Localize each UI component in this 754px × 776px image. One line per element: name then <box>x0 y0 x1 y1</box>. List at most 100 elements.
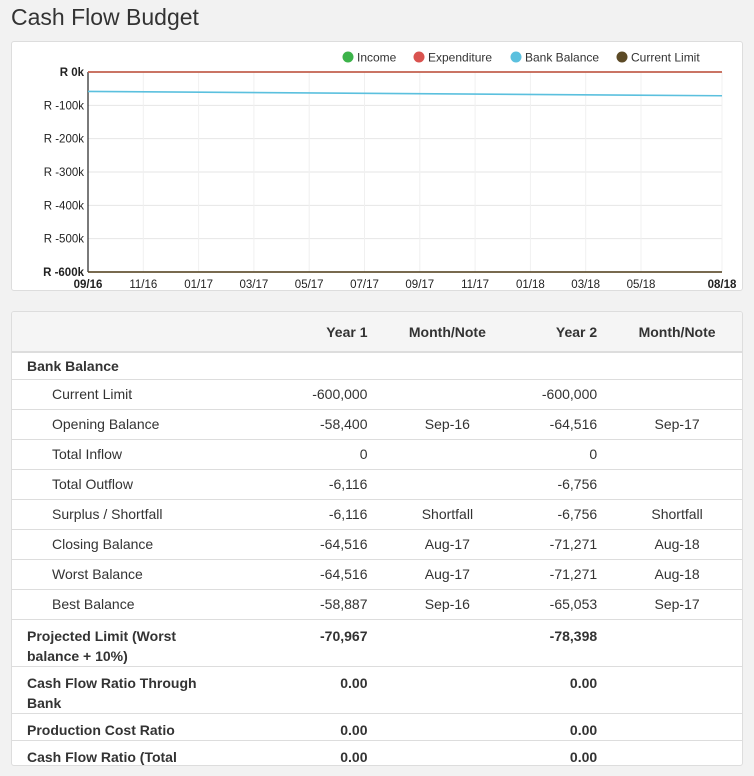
legend-label: Expenditure <box>428 51 492 65</box>
summary-row: Projected Limit (Worst balance + 10%) -70… <box>12 618 742 666</box>
row-label: Current Limit <box>12 378 241 409</box>
table-row: Total Inflow 0 0 <box>12 438 742 469</box>
row-note-2: Aug-18 <box>612 528 742 559</box>
x-tick-label: 05/17 <box>295 279 324 291</box>
row-year-1: -6,116 <box>240 468 383 499</box>
summary-year-1: 0.00 <box>240 712 383 740</box>
header-year-1: Year 1 <box>240 312 383 353</box>
row-label: Opening Balance <box>12 408 241 439</box>
row-year-1: -64,516 <box>240 528 383 559</box>
section-label: Bank Balance <box>12 351 241 379</box>
row-note-2: Sep-17 <box>612 408 742 439</box>
table-row: Surplus / Shortfall -6,116 Shortfall -6,756… <box>12 498 742 529</box>
summary-year-1: 0.00 <box>240 665 383 713</box>
legend-label: Current Limit <box>631 51 700 65</box>
x-tick-label: 01/17 <box>184 279 213 291</box>
row-note-2: Sep-17 <box>612 588 742 619</box>
summary-year-2: 0.00 <box>512 712 613 740</box>
x-tick-label: 11/16 <box>129 279 157 291</box>
table-header-row: Year 1 Month/Note Year 2 Month/Note <box>12 312 742 353</box>
row-label: Total Outflow <box>12 468 241 499</box>
legend-marker <box>413 51 425 63</box>
row-year-2: -71,271 <box>512 558 613 589</box>
row-year-2: -64,516 <box>512 408 613 439</box>
x-tick-label: 07/17 <box>350 279 379 291</box>
header-month-note-2: Month/Note <box>612 312 742 353</box>
cash-flow-table: Year 1 Month/Note Year 2 Month/Note Bank… <box>12 312 742 765</box>
legend-label: Bank Balance <box>525 51 599 65</box>
x-tick-label: 11/17 <box>461 279 489 291</box>
row-note-2: Aug-18 <box>612 558 742 589</box>
cash-flow-table-panel: Year 1 Month/Note Year 2 Month/Note Bank… <box>11 311 743 766</box>
section-row-bank-balance: Bank Balance <box>12 351 742 379</box>
legend-marker <box>342 51 354 63</box>
row-label: Surplus / Shortfall <box>12 498 241 529</box>
row-note-2 <box>612 468 742 499</box>
page-title: Cash Flow Budget <box>11 4 199 30</box>
y-tick-label: R 0k <box>60 67 85 79</box>
legend-marker <box>616 51 628 63</box>
row-year-1: 0 <box>240 438 383 469</box>
row-year-1: -600,000 <box>240 378 383 409</box>
y-tick-label: R -100k <box>44 100 85 112</box>
x-tick-label: 05/18 <box>627 279 656 291</box>
row-label: Worst Balance <box>12 558 241 589</box>
header-label <box>12 312 241 353</box>
row-note-2 <box>612 438 742 469</box>
table-row: Current Limit -600,000 -600,000 <box>12 378 742 409</box>
summary-label: Production Cost Ratio <box>12 712 241 740</box>
table-row: Best Balance -58,887 Sep-16 -65,053 Sep-17 <box>12 588 742 619</box>
legend-marker <box>510 51 522 63</box>
row-year-2: -600,000 <box>512 378 613 409</box>
row-note-2 <box>612 378 742 409</box>
row-label: Total Inflow <box>12 438 241 469</box>
row-note-1 <box>382 468 513 499</box>
row-label: Closing Balance <box>12 528 241 559</box>
row-year-2: -71,271 <box>512 528 613 559</box>
table-body: Bank Balance Current Limit -600,000 -600,00… <box>12 351 742 765</box>
row-year-1: -58,887 <box>240 588 383 619</box>
table-row: Worst Balance -64,516 Aug-17 -71,271 Aug-18 <box>12 558 742 589</box>
series-line-bank-balance <box>87 90 723 97</box>
x-tick-label: 03/18 <box>571 279 600 291</box>
chart-svg: Income Expenditure Bank Balance Current Lim… <box>43 51 737 292</box>
row-year-2: -6,756 <box>512 468 613 499</box>
row-year-1: -58,400 <box>240 408 383 439</box>
summary-row: Production Cost Ratio 0.00 0.00 <box>12 712 742 740</box>
legend-label: Income <box>357 51 397 65</box>
summary-year-1: 0.00 <box>240 739 383 765</box>
summary-row: Cash Flow Ratio Through Bank 0.00 0.00 <box>12 665 742 713</box>
row-note-1: Sep-16 <box>382 408 513 439</box>
row-note-1: Aug-17 <box>382 558 513 589</box>
row-year-1: -64,516 <box>240 558 383 589</box>
row-year-2: 0 <box>512 438 613 469</box>
row-note-2: Shortfall <box>612 498 742 529</box>
table-row: Closing Balance -64,516 Aug-17 -71,271 Aug-1… <box>12 528 742 559</box>
x-tick-label: 09/16 <box>74 279 103 291</box>
y-tick-label: R -200k <box>44 134 85 146</box>
row-note-1 <box>382 438 513 469</box>
row-year-2: -6,756 <box>512 498 613 529</box>
summary-label: Projected Limit (Worst balance + 10%) <box>12 618 241 666</box>
y-tick-label: R -400k <box>44 200 85 212</box>
row-note-1: Aug-17 <box>382 528 513 559</box>
summary-year-2: 0.00 <box>512 665 613 713</box>
summary-row: Cash Flow Ratio (Total Farming Concern)0… <box>12 739 742 765</box>
header-year-2: Year 2 <box>512 312 613 353</box>
summary-label: Cash Flow Ratio (Total Farming Concern) <box>12 739 241 765</box>
y-tick-label: R -500k <box>44 234 85 246</box>
x-tick-label: 03/17 <box>240 279 269 291</box>
row-year-1: -6,116 <box>240 498 383 529</box>
table-row: Opening Balance -58,400 Sep-16 -64,516 Sep-1… <box>12 408 742 439</box>
row-note-1 <box>382 378 513 409</box>
header-month-note-1: Month/Note <box>382 312 513 353</box>
x-tick-label: 09/17 <box>405 279 434 291</box>
row-label: Best Balance <box>12 588 241 619</box>
row-note-1: Sep-16 <box>382 588 513 619</box>
y-tick-label: R -300k <box>44 167 85 179</box>
table-row: Total Outflow -6,116 -6,756 <box>12 468 742 499</box>
summary-year-2: 0.00 <box>512 739 613 765</box>
row-year-2: -65,053 <box>512 588 613 619</box>
x-tick-label: 01/18 <box>516 279 545 291</box>
x-tick-label: 08/18 <box>708 279 737 291</box>
